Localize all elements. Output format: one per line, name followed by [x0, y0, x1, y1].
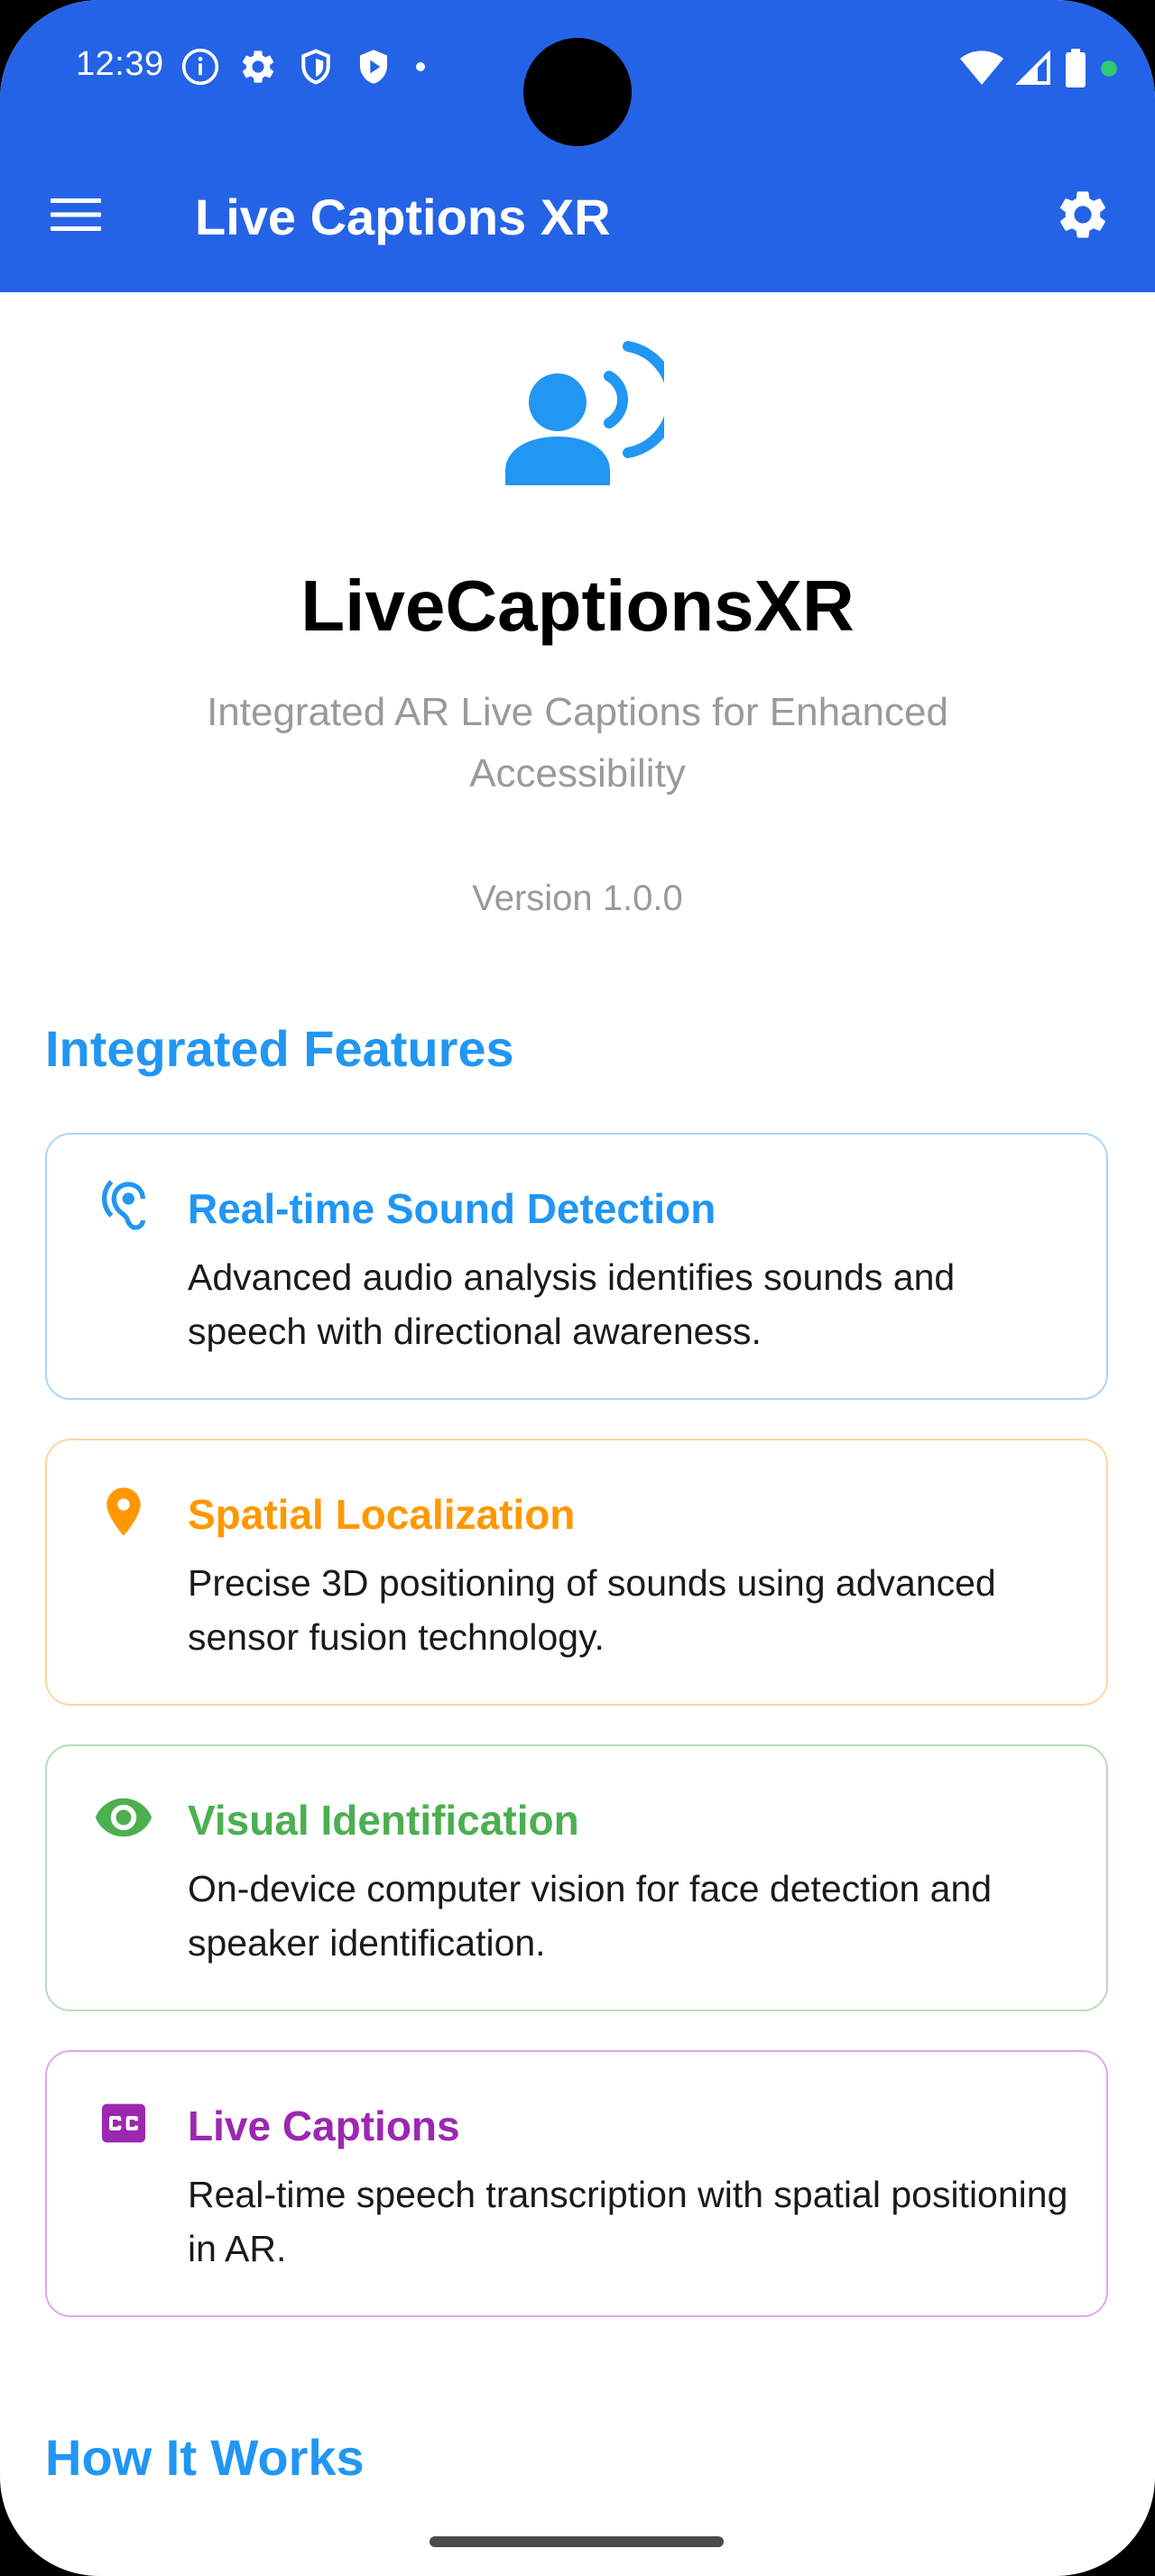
feature-title: Live Captions [188, 2102, 460, 2149]
feature-title: Spatial Localization [188, 1491, 576, 1538]
feature-card-spatial-localization: Spatial Localization Precise 3D position… [45, 1439, 1108, 1706]
app-bar-title: Live Captions XR [195, 189, 611, 245]
play-shield-icon [354, 47, 393, 87]
privacy-indicator-dot-icon [1099, 59, 1119, 78]
wifi-icon [960, 51, 1003, 87]
features-section-title: Integrated Features [45, 1020, 514, 1077]
feature-card-visual-identification: Visual Identification On-device computer… [45, 1744, 1108, 2011]
feature-title: Real-time Sound Detection [188, 1185, 716, 1232]
feature-description: On-device computer vision for face detec… [188, 1868, 993, 1964]
camera-cutout [523, 38, 632, 146]
info-icon [180, 47, 220, 87]
feature-card-live-captions: Live Captions Real-time speech transcrip… [45, 2050, 1108, 2317]
feature-card-sound-detection: Real-time Sound Detection Advanced audio… [45, 1133, 1108, 1400]
status-time: 12:39 [76, 45, 164, 83]
gear-status-icon [238, 47, 278, 87]
speaking-person-icon [502, 337, 679, 500]
gear-icon [1054, 186, 1112, 248]
home-indicator[interactable] [430, 2536, 724, 2547]
feature-description: Advanced audio analysis identifies sound… [188, 1256, 956, 1352]
feature-title: Visual Identification [188, 1797, 579, 1844]
hamburger-menu-icon [51, 197, 101, 237]
eye-icon [92, 1786, 155, 1849]
status-icons-left [180, 47, 430, 87]
settings-button[interactable] [1047, 180, 1119, 253]
app-screen: 12:39 Live Captions XR LiveCaptionsXR In… [0, 0, 1155, 2576]
app-tagline: Integrated AR Live Captions for Enhanced… [207, 690, 948, 796]
menu-button[interactable] [40, 180, 112, 253]
status-icons-right [960, 49, 1119, 88]
location-pin-icon [92, 1480, 155, 1543]
battery-icon [1065, 49, 1086, 88]
cellular-signal-icon [1016, 51, 1052, 87]
feature-description: Precise 3D positioning of sounds using a… [188, 1562, 996, 1658]
version-label: Version 1.0.0 [472, 879, 683, 918]
notification-dot-icon [411, 58, 430, 76]
feature-description: Real-time speech transcription with spat… [188, 2174, 1068, 2269]
shield-icon [296, 47, 336, 87]
how-it-works-section-title: How It Works [45, 2429, 365, 2486]
ear-icon [92, 1174, 155, 1237]
app-bar: 12:39 Live Captions XR [0, 0, 1155, 292]
closed-caption-icon [92, 2092, 155, 2155]
app-name-heading: LiveCaptionsXR [300, 566, 855, 646]
